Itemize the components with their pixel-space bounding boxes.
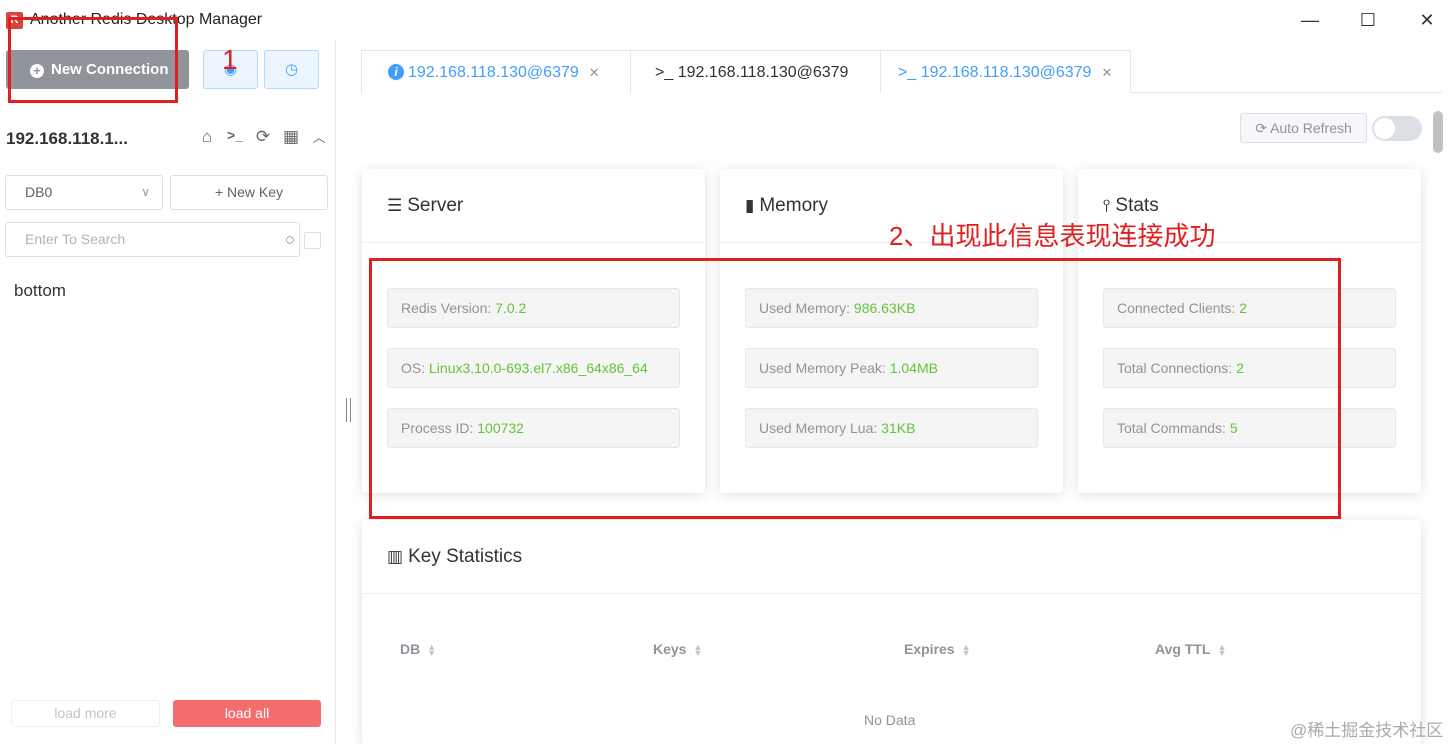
auto-refresh-button[interactable]: ⟳ Auto Refresh — [1240, 113, 1367, 143]
auto-refresh-toggle[interactable] — [1372, 116, 1422, 141]
thermometer-icon: ⫯ — [1103, 196, 1111, 215]
column-label: DB — [400, 641, 421, 657]
annotation-box-info — [369, 258, 1341, 519]
load-all-button[interactable]: load all — [173, 700, 321, 727]
sidebar: + New Connection ◉ ◷ 192.168.118.1... ⌂ >… — [0, 40, 336, 744]
memory-chip-icon: ▮ — [745, 196, 755, 215]
sidebar-resize-handle[interactable] — [346, 398, 351, 422]
close-tab-icon[interactable]: ✕ — [1101, 65, 1112, 80]
card-header: ▥ Key Statistics — [362, 520, 1421, 594]
tab-label: >_ 192.168.118.130@6379 — [898, 64, 1092, 81]
title-bar: R Another Redis Desktop Manager — ☐ ✕ — [0, 0, 1455, 40]
empty-table-text: No Data — [864, 712, 916, 728]
info-icon: i — [388, 64, 404, 80]
tab-status[interactable]: i 192.168.118.130@6379 ✕ — [361, 50, 631, 94]
column-label: Avg TTL — [1155, 641, 1211, 657]
new-key-button[interactable]: + New Key — [170, 175, 328, 210]
bar-chart-icon: ▥ — [387, 547, 404, 566]
column-label: Expires — [904, 641, 955, 657]
maximize-button[interactable]: ☐ — [1350, 8, 1386, 32]
connection-operations: ⌂ >_ ⟳ ▦ ︿ — [197, 127, 329, 147]
connection-name[interactable]: 192.168.118.1... — [6, 129, 128, 149]
chevron-down-icon: ∨ — [141, 185, 150, 199]
column-header-db[interactable]: DB ▲ ▼ — [400, 641, 436, 658]
close-tab-icon[interactable]: ✕ — [589, 65, 600, 80]
card-title: ▮ Memory — [745, 195, 828, 217]
key-list-item[interactable]: bottom — [14, 281, 66, 301]
sort-icon[interactable]: ▲ ▼ — [1217, 643, 1226, 658]
column-header-avg-ttl[interactable]: Avg TTL ▲ ▼ — [1155, 641, 1226, 658]
sort-icon[interactable]: ▲ ▼ — [427, 643, 436, 658]
stats-title: Stats — [1115, 195, 1159, 216]
exact-search-checkbox[interactable] — [304, 232, 321, 249]
column-label: Keys — [653, 641, 687, 657]
column-header-expires[interactable]: Expires ▲ ▼ — [904, 641, 971, 658]
tab-console-2[interactable]: >_ 192.168.118.130@6379 ✕ — [880, 50, 1131, 93]
search-input[interactable]: Enter To Search ○ — [5, 222, 300, 257]
db-select[interactable]: DB0 ∨ — [5, 175, 163, 210]
home-icon[interactable]: ⌂ — [197, 127, 217, 147]
sort-icon[interactable]: ▲ ▼ — [962, 643, 971, 658]
tab-label: >_ 192.168.118.130@6379 — [655, 64, 849, 81]
server-icon: ☰ — [387, 196, 403, 215]
server-title: Server — [407, 195, 464, 216]
refresh-icon[interactable]: ⟳ — [253, 127, 273, 147]
tab-label: 192.168.118.130@6379 — [408, 64, 579, 81]
sort-icon[interactable]: ▲ ▼ — [693, 643, 702, 658]
key-statistics-title: Key Statistics — [408, 546, 523, 567]
clock-icon: ◷ — [284, 61, 299, 78]
minimize-button[interactable]: — — [1292, 8, 1328, 32]
memory-title: Memory — [759, 195, 828, 216]
grid-icon[interactable]: ▦ — [281, 127, 301, 147]
annotation-step-1: 1 — [222, 44, 238, 75]
refresh-icon: ⟳ — [1255, 120, 1267, 136]
search-icon[interactable]: ○ — [285, 223, 295, 256]
annotation-step-2: 2、出现此信息表现连接成功 — [889, 221, 1216, 251]
card-title: ▥ Key Statistics — [387, 546, 522, 568]
search-placeholder: Enter To Search — [25, 231, 126, 247]
annotation-box-new-connection — [8, 17, 178, 103]
column-header-keys[interactable]: Keys ▲ ▼ — [653, 641, 702, 658]
history-button[interactable]: ◷ — [264, 50, 319, 89]
watermark: @稀土掘金技术社区 — [1290, 721, 1444, 740]
db-select-value: DB0 — [25, 184, 53, 200]
close-window-button[interactable]: ✕ — [1409, 8, 1445, 32]
key-statistics-card: ▥ Key Statistics — [362, 520, 1421, 744]
vertical-scrollbar[interactable] — [1433, 111, 1443, 153]
card-title: ⫯ Stats — [1103, 195, 1159, 217]
toggle-knob — [1374, 118, 1395, 139]
card-title: ☰ Server — [387, 195, 463, 217]
terminal-icon[interactable]: >_ — [225, 127, 245, 147]
tab-bar: i 192.168.118.130@6379 ✕ >_ 192.168.118.13… — [361, 50, 1442, 94]
tab-console-1[interactable]: >_ 192.168.118.130@6379 — [630, 50, 881, 93]
auto-refresh-label: Auto Refresh — [1270, 120, 1352, 136]
card-header: ☰ Server — [362, 169, 705, 243]
chevron-up-icon[interactable]: ︿ — [309, 127, 329, 147]
load-more-button[interactable]: load more — [11, 700, 160, 727]
